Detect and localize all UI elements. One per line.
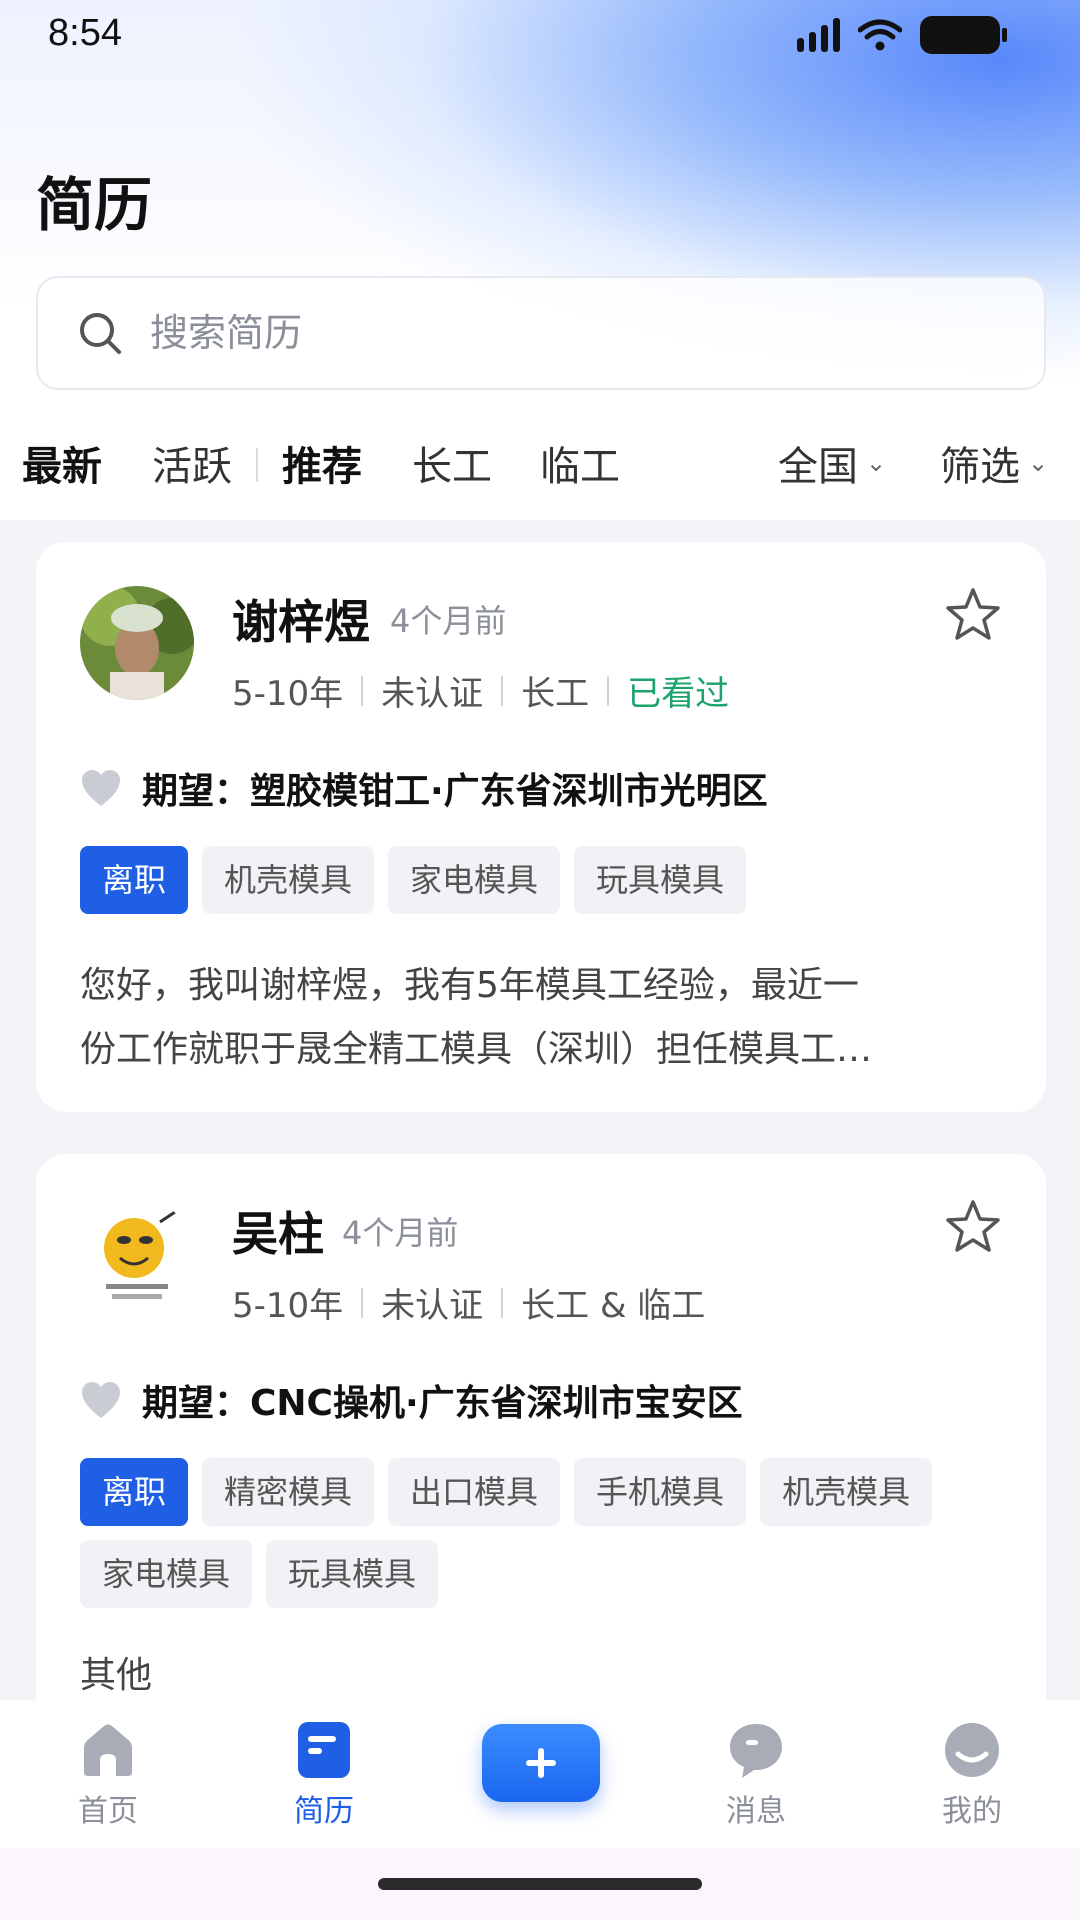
home-indicator-area	[0, 1848, 1080, 1920]
avatar	[80, 586, 194, 700]
heart-icon	[82, 770, 120, 806]
tab-divider	[256, 448, 258, 482]
search-box[interactable]	[36, 276, 1046, 390]
region-dropdown[interactable]: 全国 ⌄	[778, 434, 886, 492]
tag-list: 离职 机壳模具 家电模具 玩具模具	[80, 846, 1020, 914]
tab-latest[interactable]: 最新	[22, 434, 102, 492]
nav-profile[interactable]: 我的	[902, 1720, 1042, 1830]
update-time: 4个月前	[390, 602, 507, 640]
chevron-down-icon: ⌄	[1028, 449, 1049, 477]
expectation-text: 期望：塑胶模钳工·广东省深圳市光明区	[142, 771, 768, 812]
skill-tag: 家电模具	[80, 1540, 253, 1608]
candidate-meta: 5-10年 未认证 长工 已看过	[232, 666, 729, 715]
search-icon	[80, 313, 121, 354]
status-time: 8:54	[48, 12, 122, 54]
status-tag: 离职	[80, 846, 189, 914]
skill-tag: 机壳模具	[760, 1458, 933, 1526]
seen-badge: 已看过	[627, 674, 730, 714]
update-time: 4个月前	[342, 1214, 459, 1252]
home-indicator[interactable]	[378, 1878, 702, 1890]
skill-tag: 玩具模具	[574, 846, 747, 914]
resume-card[interactable]: 吴柱 4个月前 5-10年 未认证 长工 & 临工 期望：CNC操机·广东省深圳…	[36, 1154, 1046, 1754]
search-input[interactable]	[150, 311, 950, 355]
plus-icon	[526, 1748, 556, 1778]
experience: 5-10年	[232, 674, 344, 714]
intro-text: 其他	[80, 1655, 153, 1696]
nav-home[interactable]: 首页	[38, 1720, 178, 1830]
star-icon[interactable]	[944, 586, 1002, 644]
job-type: 长工	[521, 674, 590, 714]
tab-temp[interactable]: 临工	[540, 434, 620, 492]
filter-label: 筛选	[940, 444, 1020, 490]
verification-status: 未认证	[381, 674, 484, 714]
experience: 5-10年	[232, 1286, 344, 1326]
expectation: 期望：塑胶模钳工·广东省深圳市光明区	[80, 762, 768, 814]
message-icon	[730, 1724, 782, 1778]
home-icon	[84, 1724, 132, 1776]
skill-tag: 玩具模具	[266, 1540, 439, 1608]
heart-icon	[82, 1382, 120, 1418]
intro-text: 您好，我叫谢梓煜，我有5年模具工经验，最近一 份工作就职于晟全精工模具（深圳）担…	[80, 965, 873, 1070]
skill-tag: 出口模具	[388, 1458, 561, 1526]
chevron-down-icon: ⌄	[866, 449, 887, 477]
add-button[interactable]	[482, 1724, 600, 1802]
nav-messages[interactable]: 消息	[686, 1720, 826, 1830]
candidate-name[interactable]: 谢梓煜	[232, 586, 370, 652]
bottom-nav: 首页 简历 消息 我的	[0, 1700, 1080, 1848]
job-type: 长工 & 临工	[521, 1286, 706, 1326]
candidate-meta: 5-10年 未认证 长工 & 临工	[232, 1278, 705, 1327]
tab-active[interactable]: 活跃	[152, 434, 232, 492]
status-tag: 离职	[80, 1458, 189, 1526]
status-icons	[797, 16, 1007, 54]
skill-tag: 精密模具	[202, 1458, 375, 1526]
tabs-bar: 最新 活跃 推荐 长工 临工 全国 ⌄ 筛选 ⌄	[0, 410, 1080, 520]
expectation-text: 期望：CNC操机·广东省深圳市宝安区	[142, 1383, 743, 1424]
skill-tag: 手机模具	[574, 1458, 747, 1526]
wifi-icon	[858, 19, 902, 51]
tab-recommend[interactable]: 推荐	[282, 434, 362, 492]
signal-icon	[797, 18, 840, 52]
filter-dropdown[interactable]: 筛选 ⌄	[940, 434, 1048, 492]
tab-long-term[interactable]: 长工	[412, 434, 492, 492]
expectation: 期望：CNC操机·广东省深圳市宝安区	[80, 1374, 743, 1426]
resume-icon	[298, 1722, 350, 1778]
tag-list: 离职 精密模具 出口模具 手机模具 机壳模具 家电模具 玩具模具	[80, 1458, 1020, 1608]
skill-tag: 家电模具	[388, 846, 561, 914]
avatar	[80, 1198, 194, 1312]
region-label: 全国	[778, 444, 858, 490]
verification-status: 未认证	[381, 1286, 484, 1326]
battery-icon	[920, 16, 1007, 54]
star-icon[interactable]	[944, 1198, 1002, 1256]
resume-card[interactable]: 谢梓煜 4个月前 5-10年 未认证 长工 已看过 期望：塑胶模钳工·广东省深圳…	[36, 542, 1046, 1112]
page-title: 简历	[36, 171, 153, 239]
candidate-name[interactable]: 吴柱	[232, 1198, 324, 1264]
skill-tag: 机壳模具	[202, 846, 375, 914]
profile-icon	[945, 1723, 999, 1777]
status-bar: 8:54	[0, 0, 1080, 70]
nav-resume[interactable]: 简历	[254, 1720, 394, 1830]
